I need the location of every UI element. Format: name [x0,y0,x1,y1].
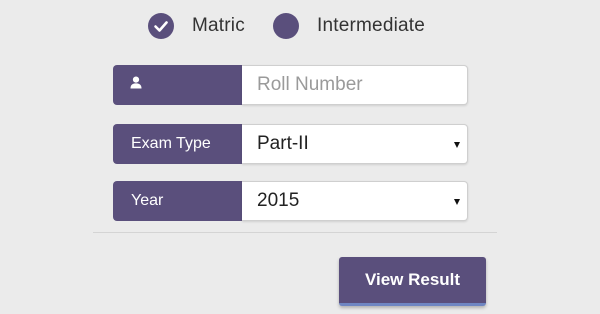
exam-type-label: Exam Type [113,124,242,164]
caret-down-icon [454,199,460,205]
year-value: 2015 [257,190,300,211]
level-radio-group: Matric Intermediate [0,8,600,44]
roll-number-addon [113,65,242,105]
roll-number-control [242,65,468,105]
exam-type-select[interactable]: Part-II [242,124,468,164]
view-result-button[interactable]: View Result [339,257,486,306]
year-field: Year 2015 [113,181,468,221]
year-label: Year [113,181,242,221]
exam-type-value: Part-II [257,133,309,154]
user-icon [130,76,142,94]
roll-number-input[interactable] [257,74,457,96]
caret-down-icon [454,142,460,148]
radio-intermediate[interactable]: Intermediate [273,8,425,44]
radio-matric-label: Matric [192,15,245,36]
divider [93,232,497,233]
year-select[interactable]: 2015 [242,181,468,221]
roll-number-field [113,65,468,105]
radio-matric[interactable]: Matric [148,8,245,44]
exam-type-field: Exam Type Part-II [113,124,468,164]
check-icon[interactable] [148,13,174,39]
radio-unchecked-icon[interactable] [273,13,299,39]
radio-intermediate-label: Intermediate [317,15,426,36]
